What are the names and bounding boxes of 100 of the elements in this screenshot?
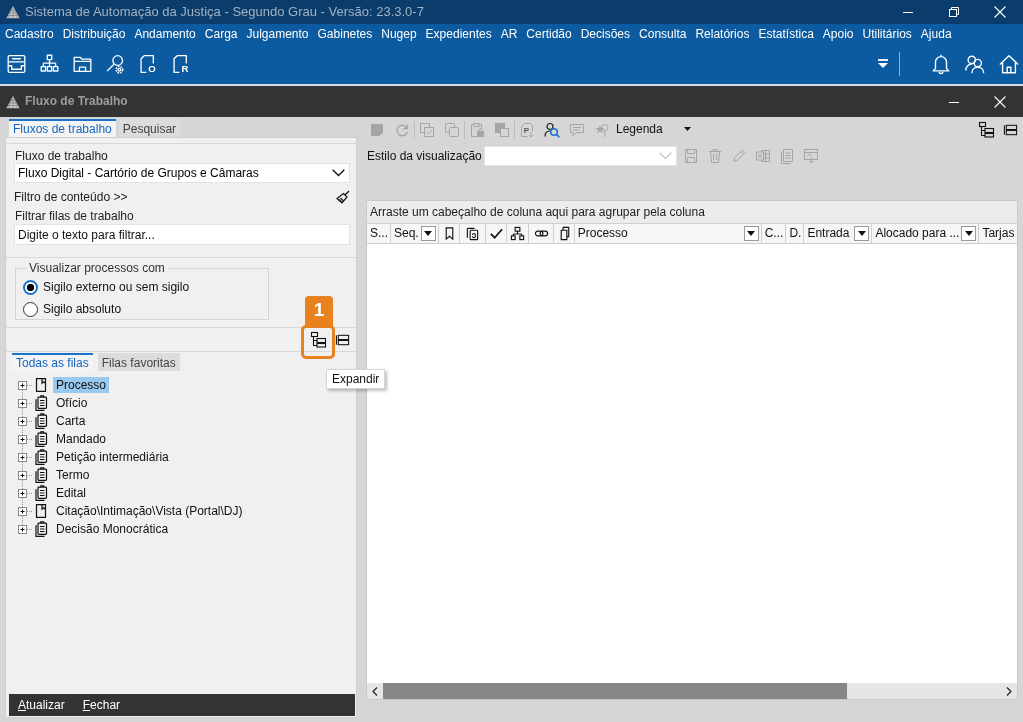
filter-button[interactable] <box>961 226 977 241</box>
menu-item[interactable]: Julgamento <box>246 26 309 42</box>
radio-button[interactable] <box>23 301 38 317</box>
caret-down-icon[interactable] <box>683 127 691 132</box>
expand-tree-icon[interactable] <box>310 330 327 349</box>
expand-tree-icon[interactable] <box>978 120 995 139</box>
caret-down-icon <box>747 231 756 236</box>
menu-item[interactable]: Apoio <box>822 26 854 42</box>
filter-button[interactable] <box>854 226 870 241</box>
documents-icon <box>33 521 49 537</box>
column-header[interactable]: Seq. <box>394 226 419 241</box>
expand-toggle-icon[interactable] <box>18 398 27 408</box>
column-header[interactable]: Entrada <box>807 226 850 241</box>
menu-item[interactable]: Andamento <box>134 26 196 42</box>
tree-item[interactable]: Termo <box>53 466 93 484</box>
scroll-left-icon[interactable] <box>372 686 378 696</box>
radio-label[interactable]: Sigilo externo ou sem sigilo <box>43 279 190 295</box>
brush-icon[interactable] <box>336 189 350 205</box>
chevron-down-icon[interactable] <box>332 169 345 177</box>
column-header[interactable]: C... <box>764 226 784 241</box>
tab[interactable]: Fluxos de trabalho <box>9 119 116 137</box>
workflow-select[interactable]: Fluxo Digital - Cartório de Grupos e Câmaras <box>14 163 350 183</box>
radio-button[interactable] <box>23 279 38 295</box>
column-header[interactable]: Alocado para ... <box>875 226 960 241</box>
window-title: Fluxo de Trabalho <box>25 94 128 109</box>
tab[interactable]: Todas as filas <box>12 353 93 371</box>
hierarchy-icon[interactable] <box>39 53 60 75</box>
tab[interactable]: Filas favoritas <box>97 353 180 371</box>
filter-button[interactable] <box>420 226 436 241</box>
close-icon[interactable] <box>994 6 1006 18</box>
home-icon[interactable] <box>998 52 1020 76</box>
horizontal-scrollbar[interactable] <box>367 683 1017 699</box>
expand-toggle-icon[interactable] <box>18 416 27 426</box>
filter-input[interactable]: Digite o texto para filtrar... <box>14 224 350 245</box>
tooltip: Expandir <box>326 368 386 389</box>
menu-item[interactable]: Consulta <box>639 26 687 42</box>
expand-toggle-icon[interactable] <box>18 470 27 480</box>
expand-toggle-icon[interactable] <box>18 434 27 444</box>
expand-toggle-icon[interactable] <box>18 380 27 390</box>
tab[interactable]: Pesquisar <box>118 119 181 137</box>
scroll-right-icon[interactable] <box>1006 686 1012 696</box>
check-icon[interactable] <box>488 226 504 241</box>
tree-item[interactable]: Mandado <box>53 430 110 448</box>
documents-icon <box>33 449 49 465</box>
caret-down-icon <box>857 231 866 236</box>
menu-item[interactable]: Ajuda <box>920 26 952 42</box>
column-header[interactable]: Processo <box>577 226 628 241</box>
documents-icon <box>33 485 49 501</box>
scrollbar-thumb[interactable] <box>383 683 847 699</box>
document-icon <box>33 503 49 519</box>
expand-toggle-icon[interactable] <box>18 452 27 462</box>
copies-icon[interactable] <box>465 226 481 241</box>
menu-item[interactable]: Relatórios <box>695 26 750 42</box>
menu-item[interactable]: Gabinetes <box>317 26 373 42</box>
filter-button[interactable] <box>743 226 759 241</box>
menu-item[interactable]: Carga <box>204 26 238 42</box>
menu-item[interactable]: Expedientes <box>425 26 492 42</box>
menu-item[interactable]: Utilitários <box>862 26 912 42</box>
column-header[interactable]: Tarjas <box>982 226 1015 241</box>
logo-icon <box>6 5 20 19</box>
tree-item[interactable]: Ofício <box>53 394 91 412</box>
legend-dropdown[interactable]: Legenda <box>616 122 691 137</box>
close-button[interactable]: Fechar <box>82 697 121 713</box>
menu-item[interactable]: Estatística <box>758 26 814 42</box>
callout-number: 1 <box>305 295 333 326</box>
overflow-menu-icon[interactable] <box>877 58 889 70</box>
documents-icon <box>33 395 49 411</box>
window-title: Sistema de Automação da Justiça - Segundo Grau - Versão: 23.3.0-7 <box>25 4 424 20</box>
group-label: Visualizar processos com <box>28 262 166 274</box>
menu-item[interactable]: Certidão <box>526 26 572 42</box>
bell-icon[interactable] <box>930 52 952 76</box>
tree-item[interactable]: Citação\Intimação\Vista (Portal\DJ) <box>53 502 246 520</box>
tree-item[interactable]: Decisão Monocrática <box>53 520 172 538</box>
close-icon[interactable] <box>994 95 1006 108</box>
field-label: Estilo da visualização <box>367 148 482 164</box>
menu-item[interactable]: AR <box>500 26 518 42</box>
menu-item[interactable]: Nugep <box>381 26 417 42</box>
tree-item[interactable]: Processo <box>53 376 110 394</box>
tray-icon[interactable] <box>6 53 27 75</box>
content-filter-toggle[interactable]: Filtro de conteúdo >> <box>14 189 128 205</box>
column-header[interactable]: D. <box>789 226 802 241</box>
radio-label[interactable]: Sigilo absoluto <box>43 301 122 317</box>
restore-icon[interactable] <box>949 7 959 17</box>
tree-item[interactable]: Edital <box>53 484 90 502</box>
tree-item[interactable]: Carta <box>53 412 89 430</box>
search-settings-icon[interactable] <box>105 53 126 75</box>
menu-item[interactable]: Distribuição <box>62 26 126 42</box>
expand-toggle-icon[interactable] <box>18 488 27 498</box>
expand-toggle-icon[interactable] <box>18 524 27 534</box>
menu-item[interactable]: Cadastro <box>5 26 54 42</box>
update-button[interactable]: Atualizar <box>18 697 65 713</box>
document-icon <box>33 377 49 393</box>
column-header[interactable]: S... <box>370 226 388 241</box>
caret-down-icon <box>964 231 973 236</box>
menu-item[interactable]: Decisões <box>580 26 631 42</box>
expand-toggle-icon[interactable] <box>18 506 27 516</box>
hierarchy-icon[interactable] <box>510 226 526 241</box>
documents-icon <box>33 413 49 429</box>
person-search-icon[interactable] <box>544 121 560 138</box>
tree-item[interactable]: Petição intermediária <box>53 448 172 466</box>
